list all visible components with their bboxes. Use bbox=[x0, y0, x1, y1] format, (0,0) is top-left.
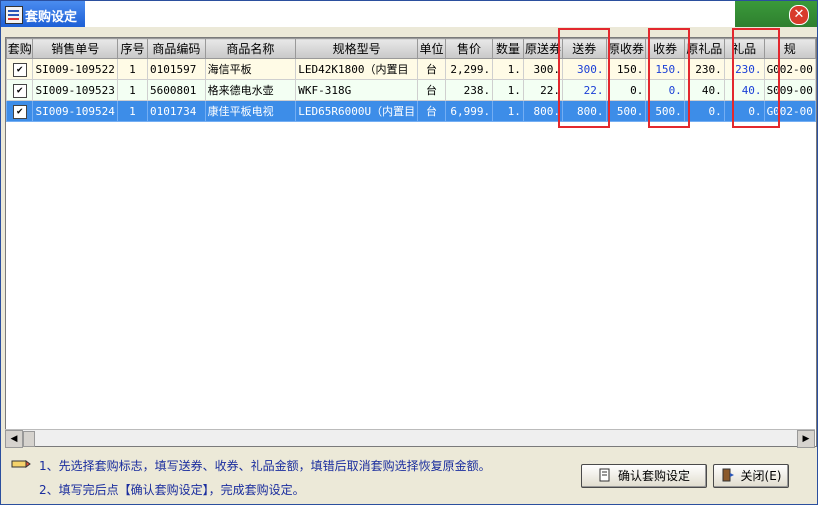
code-cell: 5600801 bbox=[147, 79, 206, 101]
title-spacer bbox=[85, 1, 735, 27]
title-tab: 套购设定 bbox=[1, 1, 86, 27]
order-cell: SI009-109524 bbox=[32, 100, 118, 122]
price-cell: 2,299. bbox=[444, 58, 494, 80]
orig-send-cell: 22. bbox=[522, 79, 564, 101]
scroll-right-button[interactable]: ▶ bbox=[797, 430, 815, 448]
name-cell: 海信平板 bbox=[204, 58, 297, 80]
app-icon bbox=[5, 6, 23, 24]
orig-recv-cell: 150. bbox=[605, 58, 647, 80]
scroll-left-button[interactable]: ◀ bbox=[5, 430, 23, 448]
table-row[interactable]: ✔ SI009-109522 1 0101597 海信平板 LED42K1800… bbox=[5, 58, 817, 80]
highlight-recv-column bbox=[648, 28, 690, 128]
highlight-send-column bbox=[558, 28, 610, 128]
col-header-seq[interactable]: 序号 bbox=[116, 38, 149, 59]
col-header-code[interactable]: 商品编码 bbox=[147, 38, 206, 59]
code-cell: 0101597 bbox=[147, 58, 206, 80]
col-header-orig-gift[interactable]: 原礼品 bbox=[683, 38, 725, 59]
price-cell: 6,999. bbox=[444, 100, 494, 122]
col-header-taogou[interactable]: 套购 bbox=[5, 38, 34, 59]
taogou-checkbox[interactable]: ✔ bbox=[5, 100, 34, 122]
taogou-checkbox[interactable]: ✔ bbox=[5, 58, 34, 80]
pencil-icon bbox=[11, 460, 31, 468]
col-header-orig-recv[interactable]: 原收券 bbox=[605, 38, 647, 59]
document-icon bbox=[599, 468, 610, 482]
code-cell: 0101734 bbox=[147, 100, 206, 122]
taogou-checkbox[interactable]: ✔ bbox=[5, 79, 34, 101]
col-header-price[interactable]: 售价 bbox=[444, 38, 494, 59]
table-row-selected[interactable]: ✔ SI009-109524 1 0101734 康佳平板电视 LED65R60… bbox=[5, 100, 817, 122]
close-button[interactable]: 关闭(E) bbox=[713, 464, 789, 488]
unit-cell: 台 bbox=[417, 58, 446, 80]
model-cell: LED42K1800（内置目 bbox=[295, 58, 419, 80]
orig-recv-cell: 0. bbox=[605, 79, 647, 101]
orig-gift-cell: 230. bbox=[683, 58, 725, 80]
col-header-orig-send[interactable]: 原送券 bbox=[522, 38, 564, 59]
title-bar: 套购设定 ✕ bbox=[1, 1, 817, 27]
horizontal-scrollbar[interactable]: ◀ ▶ bbox=[5, 429, 815, 448]
name-cell: 格来德电水壶 bbox=[204, 79, 297, 101]
table-row[interactable]: ✔ SI009-109523 1 5600801 格来德电水壶 WKF-318G… bbox=[5, 79, 817, 101]
instruction-line-2: 2、填写完后点【确认套购设定】，完成套购设定。 bbox=[39, 483, 305, 497]
checkbox-icon[interactable]: ✔ bbox=[12, 83, 27, 98]
header-row: 套购 销售单号 序号 商品编码 商品名称 规格型号 单位 售价 数量 原送券 送… bbox=[5, 38, 817, 59]
orig-recv-cell: 500. bbox=[605, 100, 647, 122]
qty-cell: 1. bbox=[492, 79, 524, 101]
seq-cell: 1 bbox=[116, 58, 149, 80]
close-icon[interactable]: ✕ bbox=[789, 5, 809, 25]
orig-send-cell: 300. bbox=[522, 58, 564, 80]
exit-door-icon bbox=[722, 468, 734, 482]
window-title: 套购设定 bbox=[25, 10, 78, 25]
window: 套购设定 ✕ 套购 销售单号 序号 商品编码 商品名称 规格型号 单位 售价 数 bbox=[0, 0, 818, 505]
close-button-label: 关闭(E) bbox=[740, 469, 782, 483]
confirm-button[interactable]: 确认套购设定 bbox=[581, 464, 707, 488]
seq-cell: 1 bbox=[116, 100, 149, 122]
col-header-unit[interactable]: 单位 bbox=[417, 38, 446, 59]
orig-gift-cell: 0. bbox=[683, 100, 725, 122]
name-cell: 康佳平板电视 bbox=[204, 100, 297, 122]
col-header-name[interactable]: 商品名称 bbox=[204, 38, 297, 59]
qty-cell: 1. bbox=[492, 100, 524, 122]
confirm-button-label: 确认套购设定 bbox=[617, 469, 690, 483]
col-header-model[interactable]: 规格型号 bbox=[295, 38, 419, 59]
model-cell: LED65R6000U（内置目 bbox=[295, 100, 419, 122]
unit-cell: 台 bbox=[417, 100, 446, 122]
col-header-qty[interactable]: 数量 bbox=[492, 38, 524, 59]
order-cell: SI009-109523 bbox=[32, 79, 118, 101]
checkbox-icon[interactable]: ✔ bbox=[12, 62, 27, 77]
highlight-gift-column bbox=[732, 28, 780, 128]
instruction-line-1: 1、先选择套购标志，填写送券、收券、礼品金额，填错后取消套购选择恢复原金额。 bbox=[39, 459, 491, 473]
model-cell: WKF-318G bbox=[295, 79, 419, 101]
scroll-thumb[interactable] bbox=[23, 431, 35, 447]
unit-cell: 台 bbox=[417, 79, 446, 101]
seq-cell: 1 bbox=[116, 79, 149, 101]
price-cell: 238. bbox=[444, 79, 494, 101]
grid-table: 套购 销售单号 序号 商品编码 商品名称 规格型号 单位 售价 数量 原送券 送… bbox=[5, 38, 817, 122]
checkbox-icon[interactable]: ✔ bbox=[12, 104, 27, 119]
orig-gift-cell: 40. bbox=[683, 79, 725, 101]
orig-send-cell: 800. bbox=[522, 100, 564, 122]
data-grid: 套购 销售单号 序号 商品编码 商品名称 规格型号 单位 售价 数量 原送券 送… bbox=[5, 28, 817, 447]
col-header-order[interactable]: 销售单号 bbox=[32, 38, 118, 59]
qty-cell: 1. bbox=[492, 58, 524, 80]
order-cell: SI009-109522 bbox=[32, 58, 118, 80]
